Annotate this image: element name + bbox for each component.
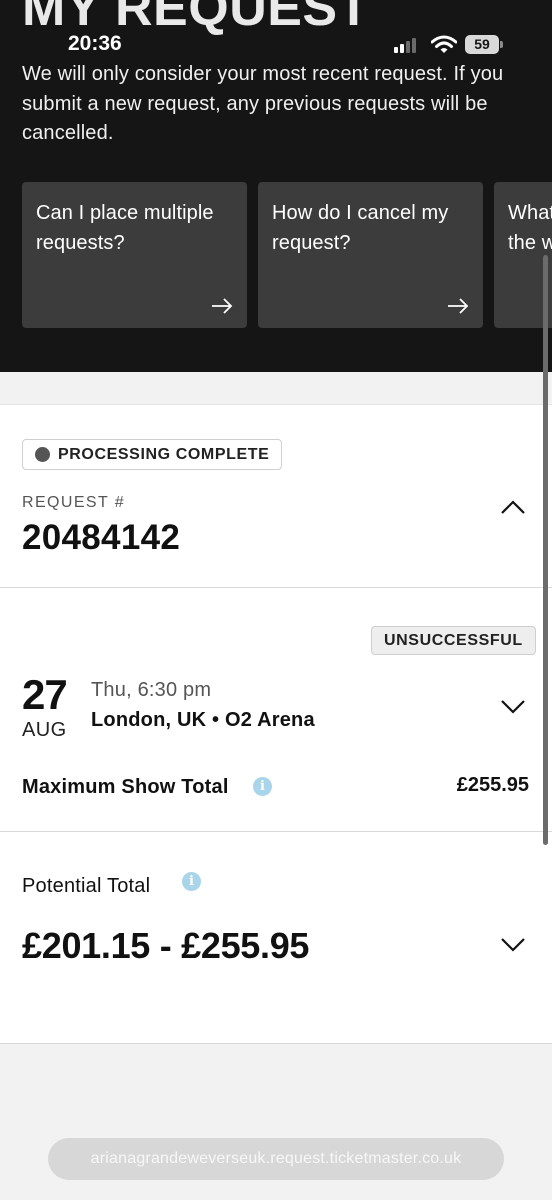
- result-badge: UNSUCCESSFUL: [371, 626, 536, 655]
- url-bar[interactable]: arianagrandeweverseuk.request.ticketmast…: [48, 1138, 504, 1180]
- request-number-label: REQUEST #: [22, 494, 125, 511]
- potential-total-label: Potential Total: [22, 875, 151, 897]
- event-month: AUG: [22, 719, 67, 741]
- status-dot-icon: [35, 447, 50, 462]
- arrow-right-icon: [212, 298, 233, 314]
- status-time: 20:36: [68, 32, 122, 55]
- divider: [0, 831, 552, 832]
- chevron-down-icon[interactable]: [500, 699, 526, 715]
- faq-question: How do I cancel my request?: [272, 202, 449, 254]
- status-bar: 20:36 59: [0, 0, 552, 58]
- chevron-down-icon[interactable]: [500, 937, 526, 953]
- chevron-up-icon[interactable]: [500, 499, 526, 515]
- wifi-icon: [431, 35, 457, 53]
- faq-question: What happens once the window: [508, 202, 552, 254]
- max-show-total-label: Maximum Show Total: [22, 776, 229, 798]
- info-icon[interactable]: i: [253, 777, 272, 796]
- request-notice: We will only consider your most recent r…: [22, 63, 504, 144]
- header-section: MY REQUEST 20:36 59 We will only conside…: [0, 0, 552, 372]
- faq-card-cancel-request[interactable]: How do I cancel my request?: [258, 182, 483, 328]
- battery-icon: 59: [465, 35, 503, 54]
- event-day: 27: [22, 671, 68, 718]
- info-icon[interactable]: i: [182, 872, 201, 891]
- status-badge: PROCESSING COMPLETE: [22, 439, 283, 470]
- divider: [0, 587, 552, 588]
- request-card: PROCESSING COMPLETE REQUEST # 20484142 U…: [0, 404, 552, 1044]
- arrow-right-icon: [448, 298, 469, 314]
- scrollbar[interactable]: [543, 255, 548, 845]
- faq-card-multiple-requests[interactable]: Can I place multiple requests?: [22, 182, 247, 328]
- signal-icon: [394, 37, 418, 53]
- event-time: Thu, 6:30 pm: [91, 679, 212, 701]
- status-badge-label: PROCESSING COMPLETE: [58, 445, 270, 463]
- event-venue: London, UK • O2 Arena: [91, 709, 315, 731]
- request-number: 20484142: [22, 518, 181, 557]
- max-show-total-value: £255.95: [456, 774, 529, 796]
- potential-total-value: £201.15 - £255.95: [22, 925, 310, 966]
- faq-question: Can I place multiple requests?: [36, 202, 214, 254]
